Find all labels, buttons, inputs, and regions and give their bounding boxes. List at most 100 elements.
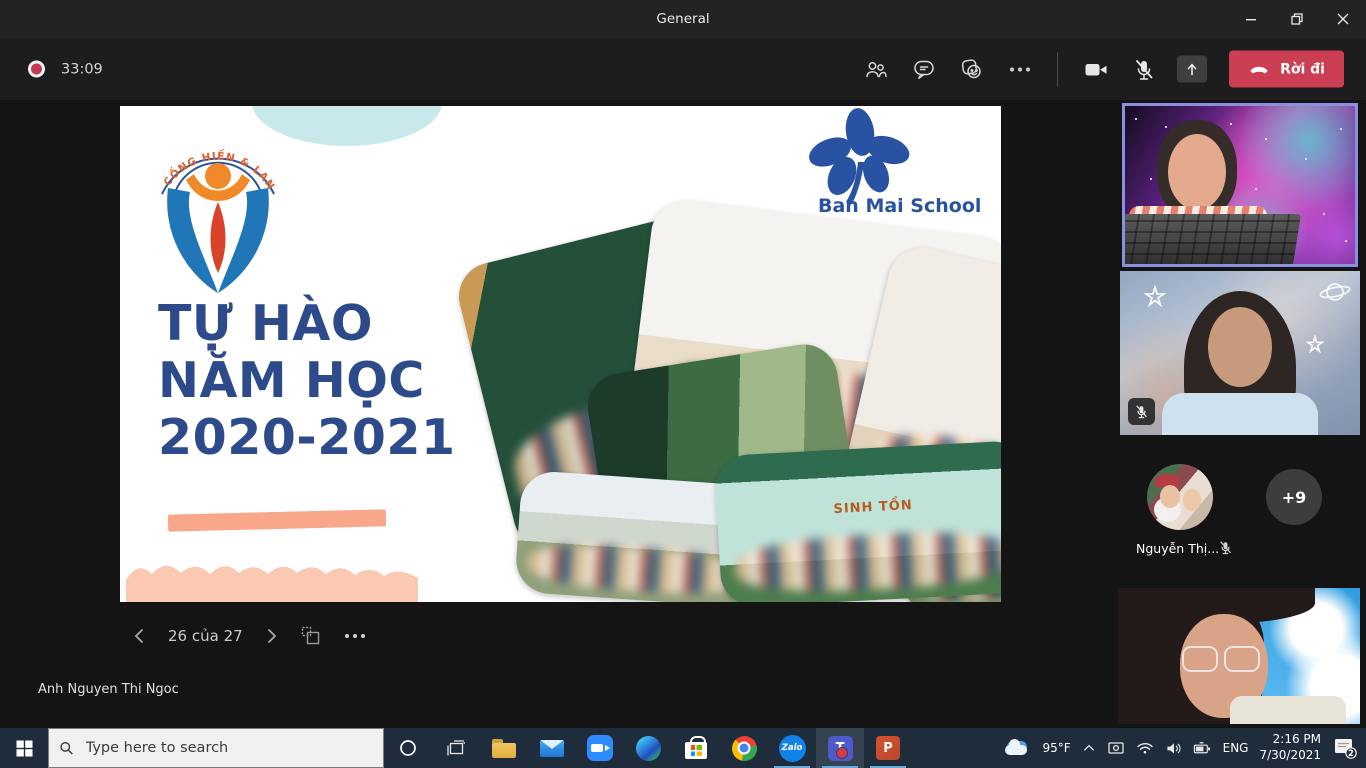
participant-video-2[interactable]: [1120, 271, 1360, 435]
glasses-detail: [1182, 646, 1218, 672]
avatar-detail: [1183, 489, 1201, 511]
weather-button[interactable]: [1005, 739, 1031, 757]
star-doodle: [1306, 335, 1324, 353]
action-center-button[interactable]: 2: [1332, 736, 1358, 760]
star-doodle: [1144, 285, 1166, 307]
powerpoint-icon: P: [876, 736, 900, 760]
zalo-icon-label: Zalo: [782, 743, 803, 753]
presentation-nav: 26 của 27: [132, 620, 365, 652]
windows-taskbar: Zalo T P 95°F: [0, 728, 1366, 768]
tray-network-button[interactable]: [1136, 741, 1154, 755]
reactions-button[interactable]: [955, 53, 988, 86]
search-input[interactable]: [84, 739, 373, 757]
participant-avatar[interactable]: [1147, 464, 1213, 530]
teams-recording-dot: [836, 747, 848, 759]
mail-icon: [540, 740, 564, 757]
taskbar-store[interactable]: [672, 728, 720, 768]
minimize-icon: [1245, 13, 1257, 25]
participants-button[interactable]: [859, 53, 892, 86]
notification-icon: 2: [1332, 736, 1358, 760]
taskbar-zalo[interactable]: Zalo: [768, 728, 816, 768]
tray-time: 2:16 PM: [1259, 732, 1321, 748]
participant-muted-icon: [1218, 540, 1233, 559]
weather-cloud-icon: [1005, 739, 1031, 757]
task-view-icon: [447, 740, 466, 757]
restore-button[interactable]: [1274, 0, 1320, 38]
taskbar-clock[interactable]: 2:16 PM 7/30/2021: [1259, 732, 1321, 763]
language-indicator[interactable]: ENG: [1223, 741, 1249, 755]
participant-silhouette: [1168, 134, 1226, 210]
chrome-icon: [732, 736, 757, 761]
participant-name-label: Nguyễn Thị...: [1136, 541, 1219, 556]
zalo-icon: Zalo: [779, 735, 806, 762]
slide-underline-bar: [168, 509, 386, 531]
taskbar-zoom[interactable]: [576, 728, 624, 768]
mic-muted-icon: [1132, 57, 1156, 81]
school-name-text: Ban Mai School: [818, 195, 981, 217]
taskbar-search[interactable]: [48, 728, 384, 768]
temperature-label[interactable]: 95°F: [1042, 741, 1070, 755]
more-icon: [1010, 67, 1030, 71]
powerpoint-icon-letter: P: [883, 741, 893, 756]
camera-on-icon: [1083, 57, 1109, 81]
leave-button-label: Rời đi: [1280, 61, 1325, 77]
participant-silhouette: [1162, 393, 1318, 435]
participant-video-active-speaker[interactable]: [1122, 103, 1358, 267]
teams-icon: T: [828, 736, 853, 761]
restore-icon: [1290, 12, 1304, 26]
teams-meeting-window: General 33:09: [0, 0, 1366, 768]
slide-wave-shape: [126, 558, 418, 602]
taskbar-teams[interactable]: T: [816, 728, 864, 768]
file-explorer-icon: [492, 739, 516, 758]
tray-overflow-button[interactable]: [1082, 743, 1096, 753]
leave-button[interactable]: Rời đi: [1229, 51, 1344, 88]
muted-badge: [1128, 398, 1155, 425]
tray-date: 7/30/2021: [1259, 748, 1321, 764]
meeting-toolbar: 33:09: [0, 38, 1366, 100]
taskbar-mail[interactable]: [528, 728, 576, 768]
close-button[interactable]: [1320, 0, 1366, 38]
taskbar-powerpoint[interactable]: P: [864, 728, 912, 768]
mic-muted-icon: [1134, 404, 1149, 419]
start-button[interactable]: [0, 728, 48, 768]
slide-title: TỰ HÀO NĂM HỌC 2020-2021: [158, 296, 456, 466]
task-view-button[interactable]: [432, 728, 480, 768]
camera-button[interactable]: [1079, 53, 1112, 86]
tray-meeting-device-button[interactable]: [1107, 740, 1125, 756]
next-slide-button[interactable]: [265, 627, 279, 645]
slide-title-line3: 2020-2021: [158, 410, 456, 467]
minimize-button[interactable]: [1228, 0, 1274, 38]
collage-banner-text: SINH TỒN: [717, 492, 1001, 523]
close-icon: [1337, 13, 1349, 25]
slide-title-line2: NĂM HỌC: [158, 353, 456, 410]
chat-button[interactable]: [907, 53, 940, 86]
more-options-button[interactable]: [1003, 53, 1036, 86]
more-participants-badge[interactable]: +9: [1266, 469, 1322, 525]
cortana-button[interactable]: [384, 728, 432, 768]
glasses-detail: [1224, 646, 1260, 672]
windows-logo-icon: [16, 740, 33, 757]
wifi-icon: [1136, 741, 1154, 755]
toolbar-divider: [1057, 52, 1058, 86]
taskbar-chrome[interactable]: [720, 728, 768, 768]
previous-slide-button[interactable]: [132, 627, 146, 645]
planet-doodle: [1318, 279, 1352, 305]
share-more-button[interactable]: [345, 634, 365, 638]
share-button[interactable]: [1175, 53, 1208, 86]
chat-icon: [912, 57, 936, 81]
taskbar-edge[interactable]: [624, 728, 672, 768]
tray-power-button[interactable]: [1193, 741, 1212, 755]
taskbar-file-explorer[interactable]: [480, 728, 528, 768]
collage-people: [734, 527, 1001, 596]
speaker-icon: [1165, 741, 1182, 756]
slide-grid-button[interactable]: [301, 626, 323, 646]
mic-button[interactable]: [1127, 53, 1160, 86]
participants-icon: [864, 59, 888, 79]
school-flower-logo: Ban Mai School: [760, 106, 1001, 226]
share-icon: [1177, 56, 1207, 83]
participant-video-3[interactable]: [1118, 588, 1360, 724]
avatar-detail: [1160, 485, 1180, 508]
battery-icon: [1193, 741, 1212, 755]
tray-volume-button[interactable]: [1165, 741, 1182, 756]
presenter-name: Anh Nguyen Thi Ngoc: [38, 682, 179, 697]
